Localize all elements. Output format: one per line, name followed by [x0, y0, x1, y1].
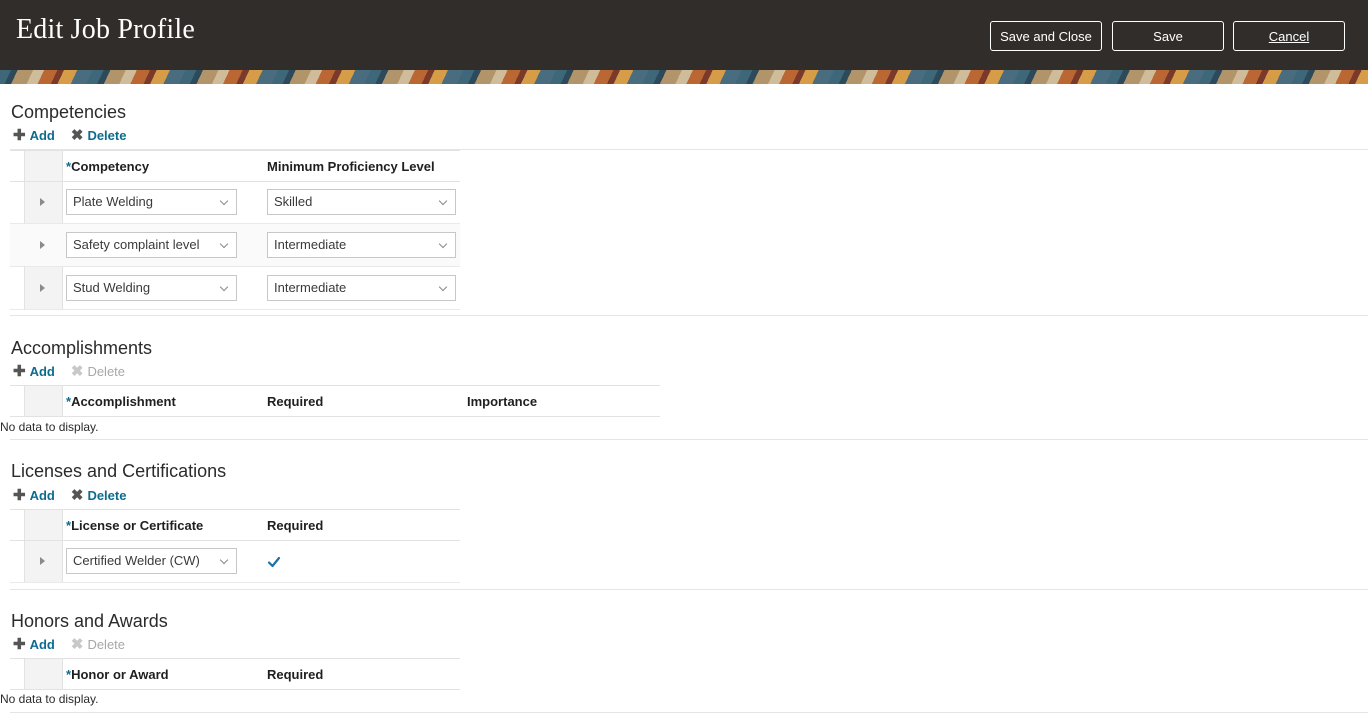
x-icon: ✖ — [70, 127, 84, 144]
divider — [10, 315, 1368, 316]
chevron-down-icon — [438, 282, 448, 292]
chevron-down-icon — [219, 239, 229, 249]
competency-select[interactable]: Safety complaint level — [66, 232, 237, 258]
add-competency-button[interactable]: ✚ Add — [13, 128, 55, 143]
chevron-down-icon — [219, 282, 229, 292]
column-header-required: Required — [267, 667, 324, 682]
table-header: *License or Certificate Required — [10, 509, 460, 541]
table-row[interactable]: Certified Welder (CW) — [10, 540, 460, 583]
delete-competency-button[interactable]: ✖ Delete — [71, 128, 127, 143]
delete-label: Delete — [87, 128, 127, 143]
delete-label: Delete — [87, 488, 127, 503]
accomplishments-toolbar: ✚ Add ✖ Delete — [13, 364, 125, 379]
save-and-close-button[interactable]: Save and Close — [990, 21, 1102, 51]
chevron-down-icon — [219, 555, 229, 565]
add-label: Add — [29, 637, 55, 652]
section-title-accomplishments: Accomplishments — [11, 338, 153, 358]
plus-icon: ✚ — [13, 363, 26, 380]
chevron-down-icon — [438, 196, 448, 206]
licenses-toolbar: ✚ Add ✖ Delete — [13, 488, 126, 503]
divider — [10, 712, 1368, 713]
empty-table-message: No data to display. — [0, 692, 99, 706]
plus-icon: ✚ — [13, 127, 26, 144]
empty-table-message: No data to display. — [0, 420, 99, 434]
plus-icon: ✚ — [13, 636, 26, 653]
table-row[interactable]: Stud Welding Intermediate — [10, 267, 460, 310]
proficiency-level-select[interactable]: Intermediate — [267, 232, 456, 258]
divider — [10, 439, 1368, 440]
expand-row-icon[interactable] — [40, 557, 45, 565]
competencies-toolbar: ✚ Add ✖ Delete — [13, 128, 126, 143]
license-select[interactable]: Certified Welder (CW) — [66, 548, 237, 574]
plus-icon: ✚ — [13, 487, 26, 504]
cancel-button[interactable]: Cancel — [1233, 21, 1345, 51]
chevron-down-icon — [438, 239, 448, 249]
column-header-accomplishment: *Accomplishment — [66, 394, 176, 409]
add-license-button[interactable]: ✚ Add — [13, 488, 55, 503]
honors-toolbar: ✚ Add ✖ Delete — [13, 637, 125, 652]
x-icon: ✖ — [70, 487, 84, 504]
proficiency-level-select[interactable]: Intermediate — [267, 275, 456, 301]
delete-accomplishment-button[interactable]: ✖ Delete — [71, 364, 125, 379]
divider — [10, 589, 1368, 590]
delete-license-button[interactable]: ✖ Delete — [71, 488, 127, 503]
delete-honor-button[interactable]: ✖ Delete — [71, 637, 125, 652]
expand-row-icon[interactable] — [40, 198, 45, 206]
add-label: Add — [29, 364, 55, 379]
expand-row-icon[interactable] — [40, 284, 45, 292]
section-title-licenses: Licenses and Certifications — [11, 461, 227, 481]
delete-label: Delete — [87, 364, 126, 379]
add-label: Add — [29, 488, 55, 503]
section-title-competencies: Competencies — [11, 102, 127, 122]
column-header-min-proficiency: Minimum Proficiency Level — [267, 159, 435, 174]
page-title: Edit Job Profile — [16, 14, 195, 45]
table-header: *Honor or Award Required — [10, 658, 460, 690]
required-checkbox[interactable] — [267, 555, 281, 569]
chevron-down-icon — [219, 196, 229, 206]
section-title-honors: Honors and Awards — [11, 611, 168, 631]
x-icon: ✖ — [70, 363, 84, 380]
add-label: Add — [29, 128, 55, 143]
column-header-competency: *Competency — [66, 159, 150, 174]
column-header-importance: Importance — [467, 394, 538, 409]
table-row[interactable]: Safety complaint level Intermediate — [10, 224, 460, 267]
table-header: *Competency Minimum Proficiency Level — [10, 150, 460, 182]
competency-select[interactable]: Plate Welding — [66, 189, 237, 215]
column-header-required: Required — [267, 394, 324, 409]
header-banner-pattern — [0, 70, 1368, 84]
proficiency-level-select[interactable]: Skilled — [267, 189, 456, 215]
column-header-honor: *Honor or Award — [66, 667, 169, 682]
table-row[interactable]: Plate Welding Skilled — [10, 181, 460, 224]
page-header: Edit Job Profile Save and Close Save Can… — [0, 0, 1368, 84]
column-header-license: *License or Certificate — [66, 518, 204, 533]
save-button[interactable]: Save — [1112, 21, 1224, 51]
x-icon: ✖ — [70, 636, 84, 653]
expand-row-icon[interactable] — [40, 241, 45, 249]
column-header-required: Required — [267, 518, 324, 533]
competency-select[interactable]: Stud Welding — [66, 275, 237, 301]
table-header: *Accomplishment Required Importance — [10, 385, 660, 417]
add-accomplishment-button[interactable]: ✚ Add — [13, 364, 55, 379]
add-honor-button[interactable]: ✚ Add — [13, 637, 55, 652]
delete-label: Delete — [87, 637, 126, 652]
